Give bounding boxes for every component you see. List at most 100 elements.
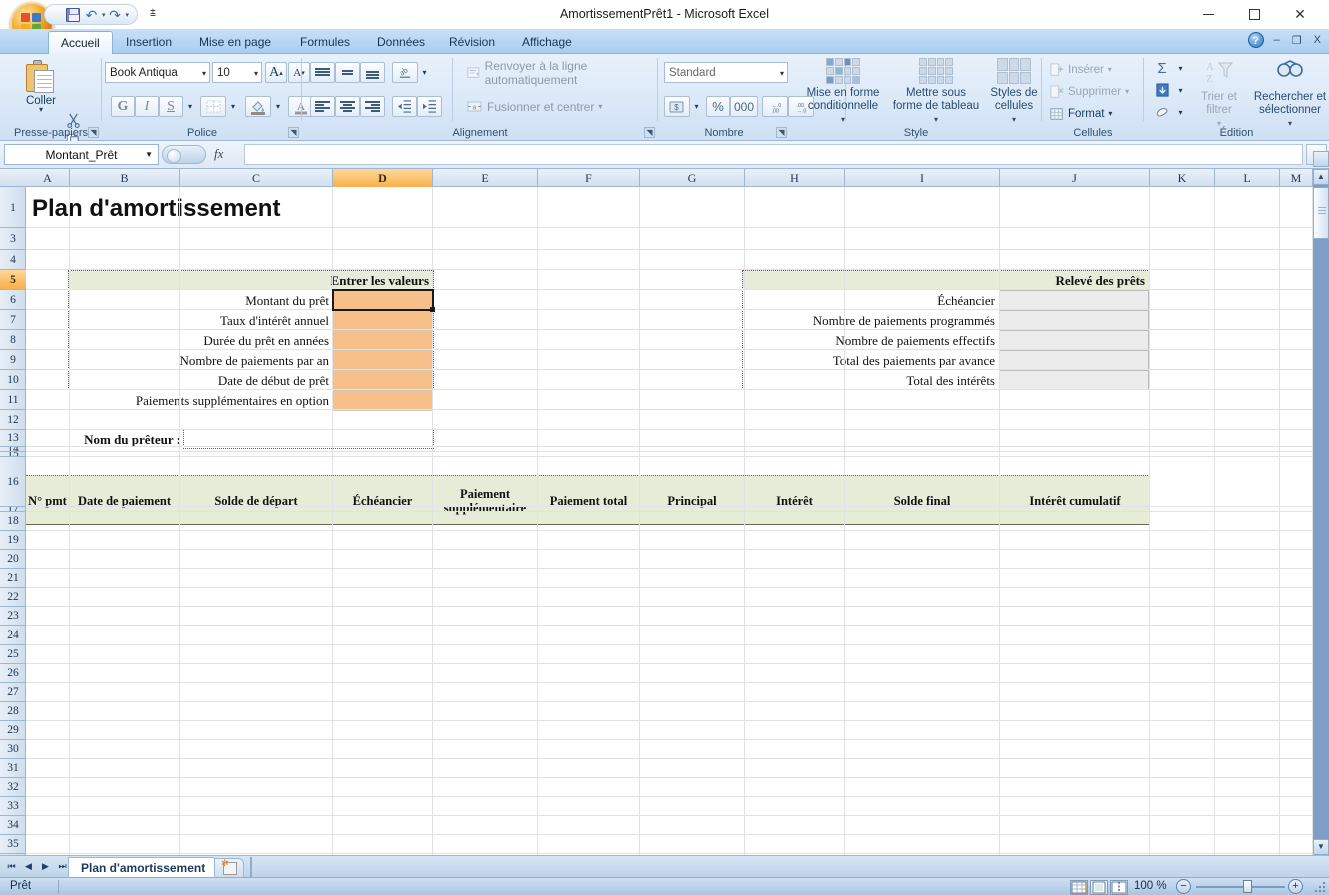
prev-sheet-button[interactable]: ◀: [21, 859, 36, 875]
insert-cells-button[interactable]: Insérer ▾: [1046, 59, 1116, 80]
fill-dropdown-icon[interactable]: ▾: [1174, 80, 1187, 100]
italic-button[interactable]: I: [135, 96, 159, 117]
cell-paiements-effectifs-output[interactable]: [999, 330, 1149, 350]
autosum-dropdown-icon[interactable]: ▾: [1174, 58, 1187, 78]
row-header-25[interactable]: 25: [0, 645, 26, 664]
column-header-F[interactable]: F: [538, 169, 640, 187]
align-center-icon[interactable]: [335, 96, 360, 117]
tab-formules[interactable]: Formules: [288, 31, 362, 54]
zoom-slider-thumb[interactable]: [1243, 880, 1252, 893]
scroll-up-button[interactable]: ▲: [1313, 169, 1329, 185]
number-dialog-launcher[interactable]: ◥: [776, 127, 787, 138]
bold-button[interactable]: G: [111, 96, 135, 117]
undo-icon[interactable]: ↶: [82, 6, 101, 23]
row-header-12[interactable]: 12: [0, 410, 26, 430]
format-as-table-dropdown-icon[interactable]: ▾: [934, 113, 938, 126]
scroll-down-button[interactable]: ▼: [1313, 839, 1329, 855]
decrease-indent-icon[interactable]: [392, 96, 417, 117]
name-box[interactable]: Montant_Prêt ▼: [4, 144, 159, 165]
row-header-29[interactable]: 29: [0, 721, 26, 740]
column-header-L[interactable]: L: [1215, 169, 1280, 187]
redo-dropdown-icon[interactable]: ▾: [126, 11, 130, 19]
tab-revision[interactable]: Révision: [437, 31, 507, 54]
redo-icon[interactable]: ↷: [106, 6, 125, 23]
sort-filter-button[interactable]: AZ Trier et filtrer ▾: [1188, 58, 1250, 130]
paste-button[interactable]: Coller ▾: [16, 58, 66, 122]
row-header-6[interactable]: 6: [0, 290, 26, 310]
merge-center-button[interactable]: a Fusionner et centrer ▾: [462, 96, 607, 117]
cell-date-debut-input[interactable]: [333, 371, 433, 391]
zoom-out-button[interactable]: −: [1176, 879, 1191, 894]
autosum-icon[interactable]: Σ: [1150, 58, 1174, 78]
cell-duree-pret-input[interactable]: [333, 331, 433, 351]
cell-echeancier-output[interactable]: [999, 290, 1149, 310]
minimize-button[interactable]: [1185, 2, 1231, 27]
cell-paiements-programmes-output[interactable]: [999, 310, 1149, 330]
format-cells-button[interactable]: Format ▾: [1046, 103, 1116, 124]
ribbon-minimize-icon[interactable]: –: [1272, 34, 1282, 46]
row-header-13[interactable]: 13: [0, 430, 26, 447]
increase-font-size-icon[interactable]: A ▴: [265, 62, 287, 83]
ribbon-restore-icon[interactable]: ❐: [1290, 34, 1304, 47]
next-sheet-button[interactable]: ▶: [38, 859, 53, 875]
column-header-H[interactable]: H: [745, 169, 845, 187]
fill-icon[interactable]: [1150, 80, 1174, 100]
row-header-27[interactable]: 27: [0, 683, 26, 702]
insert-worksheet-icon[interactable]: [214, 858, 244, 877]
fill-color-dropdown-icon[interactable]: ▾: [271, 96, 285, 117]
cell-total-avance-output[interactable]: [999, 350, 1149, 370]
zoom-in-button[interactable]: +: [1288, 879, 1303, 894]
tab-insertion[interactable]: Insertion: [114, 31, 184, 54]
wrap-text-button[interactable]: Renvoyer à la ligne automatiquement: [462, 59, 658, 87]
font-dialog-launcher[interactable]: ◥: [288, 127, 299, 138]
table-header-solde-de-d-part[interactable]: Solde de départ: [180, 476, 333, 526]
row-header-18[interactable]: 18: [0, 512, 26, 531]
sheet-canvas[interactable]: Plan d'amortissement Entrer les valeurs …: [26, 187, 1313, 855]
align-top-icon[interactable]: [310, 62, 335, 83]
customize-qat-icon[interactable]: ⩲: [150, 8, 156, 19]
accounting-dropdown-icon[interactable]: ▾: [690, 96, 703, 117]
column-header-I[interactable]: I: [845, 169, 1000, 187]
fill-handle[interactable]: [430, 307, 435, 312]
font-name-dropdown-icon[interactable]: ▾: [202, 69, 206, 78]
row-header-11[interactable]: 11: [0, 390, 26, 410]
tab-donnees[interactable]: Données: [365, 31, 437, 54]
underline-button[interactable]: S: [159, 96, 183, 117]
paste-dropdown-icon[interactable]: ▾: [39, 106, 43, 114]
sheet-tab-plan-damortissement[interactable]: Plan d'amortissement: [68, 857, 219, 878]
clipboard-dialog-launcher[interactable]: ◥: [88, 127, 99, 138]
column-header-G[interactable]: G: [640, 169, 745, 187]
row-header-7[interactable]: 7: [0, 310, 26, 330]
clear-icon[interactable]: [1150, 102, 1174, 122]
close-button[interactable]: ✕: [1277, 2, 1323, 27]
normal-view-icon[interactable]: [1070, 880, 1088, 895]
row-header-1[interactable]: 1: [0, 188, 26, 228]
font-size-dropdown-icon[interactable]: ▾: [254, 69, 258, 78]
cell-nombre-paiements-input[interactable]: [333, 351, 433, 371]
row-header-28[interactable]: 28: [0, 702, 26, 721]
column-header-J[interactable]: J: [1000, 169, 1150, 187]
column-header-M[interactable]: M: [1280, 169, 1313, 187]
underline-dropdown-icon[interactable]: ▾: [183, 96, 197, 117]
delete-cells-button[interactable]: Supprimer ▾: [1046, 81, 1133, 102]
number-format-select[interactable]: Standard ▾: [664, 62, 788, 83]
percent-style-icon[interactable]: %: [706, 96, 730, 117]
tab-mise-en-page[interactable]: Mise en page: [187, 31, 283, 54]
column-header-B[interactable]: B: [70, 169, 180, 187]
fill-color-icon[interactable]: [245, 96, 271, 117]
save-icon[interactable]: [63, 6, 82, 23]
orientation-dropdown-icon[interactable]: ▾: [418, 62, 431, 83]
increase-indent-icon[interactable]: [417, 96, 442, 117]
format-cells-dropdown-icon[interactable]: ▾: [1108, 109, 1112, 118]
row-header-20[interactable]: 20: [0, 550, 26, 569]
table-header-principal[interactable]: Principal: [640, 476, 745, 526]
vertical-scrollbar[interactable]: ▲ ▼: [1313, 151, 1329, 855]
align-bottom-icon[interactable]: [360, 62, 385, 83]
find-select-button[interactable]: Rechercher et sélectionner ▾: [1252, 58, 1328, 130]
cell-styles-button[interactable]: Styles de cellules ▾: [986, 58, 1042, 126]
format-as-table-button[interactable]: Mettre sous forme de tableau ▾: [890, 58, 982, 126]
table-header-paiement-suppl-mentaire[interactable]: Paiement supplémentaire: [433, 476, 538, 526]
row-header-16[interactable]: 16: [0, 457, 26, 507]
delete-cells-dropdown-icon[interactable]: ▾: [1125, 87, 1129, 96]
font-size-input[interactable]: 10 ▾: [212, 62, 262, 83]
